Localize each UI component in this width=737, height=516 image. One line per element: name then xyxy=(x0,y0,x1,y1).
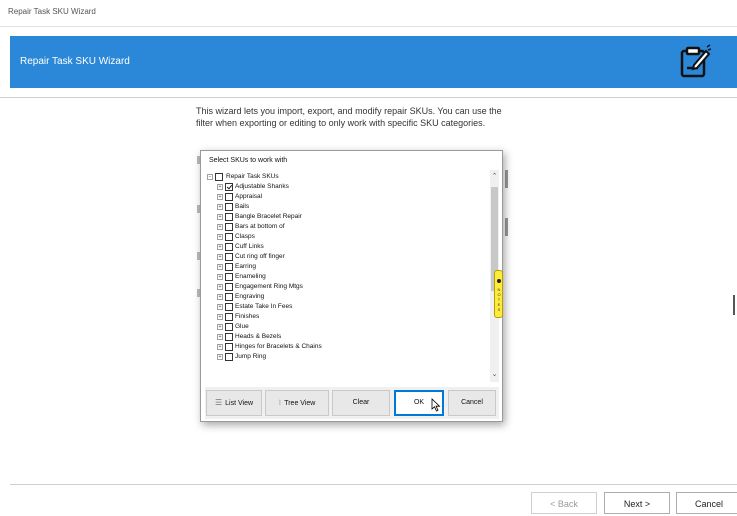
tree-item-label: Cut ring off finger xyxy=(235,253,285,260)
scroll-down-icon[interactable]: ⌄ xyxy=(490,370,499,378)
checkbox[interactable] xyxy=(225,283,233,291)
tree-item-label: Hinges for Bracelets & Chains xyxy=(235,343,322,350)
tree-item-label: Appraisal xyxy=(235,193,263,200)
notes-dot-icon xyxy=(497,279,501,283)
window-edge xyxy=(733,295,735,315)
tree-item-label: Bangle Bracelet Repair xyxy=(235,213,302,220)
tree-item-label: Adjustable Shanks xyxy=(235,183,289,190)
scroll-up-icon[interactable]: ⌃ xyxy=(490,172,499,180)
expand-icon[interactable]: + xyxy=(217,194,223,200)
expand-icon[interactable]: + xyxy=(217,354,223,360)
tree-icon: ⁝ xyxy=(278,398,282,407)
tree-item-label: Estate Take In Fees xyxy=(235,303,293,310)
mouse-pointer-icon xyxy=(431,398,441,412)
checkbox[interactable] xyxy=(225,343,233,351)
expand-icon[interactable]: + xyxy=(217,204,223,210)
tree-view-button[interactable]: ⁝ Tree View xyxy=(265,390,329,416)
notes-tab-label: N O T E S xyxy=(497,287,501,312)
list-icon: ☰ xyxy=(214,398,223,407)
back-button[interactable]: < Back xyxy=(531,492,597,514)
tree-item-label: Engraving xyxy=(235,293,265,300)
expand-icon[interactable]: + xyxy=(217,324,223,330)
checkbox[interactable] xyxy=(225,183,233,191)
checkbox[interactable] xyxy=(225,273,233,281)
tree-item-label: Clasps xyxy=(235,233,255,240)
expand-icon[interactable]: + xyxy=(217,254,223,260)
tree-item-label: Earring xyxy=(235,263,256,270)
tree-item-label: Heads & Bezels xyxy=(235,333,282,340)
expand-icon[interactable]: + xyxy=(217,274,223,280)
collapse-icon[interactable]: − xyxy=(207,174,213,180)
tree-item-label: Enameling xyxy=(235,273,266,280)
window-title: Repair Task SKU Wizard xyxy=(8,7,96,16)
expand-icon[interactable]: + xyxy=(217,294,223,300)
dialog-cancel-button[interactable]: Cancel xyxy=(448,390,496,416)
checkbox[interactable] xyxy=(225,243,233,251)
intro-text: This wizard lets you import, export, and… xyxy=(196,106,502,128)
expand-icon[interactable]: + xyxy=(217,224,223,230)
dialog-title: Select SKUs to work with xyxy=(209,157,288,164)
checkbox[interactable] xyxy=(225,223,233,231)
expand-icon[interactable]: + xyxy=(217,244,223,250)
list-view-label: List View xyxy=(225,399,254,407)
tree-item-label: Jump Ring xyxy=(235,353,267,360)
list-view-button[interactable]: ☰ List View xyxy=(206,390,262,416)
checkbox[interactable] xyxy=(225,263,233,271)
expand-icon[interactable]: + xyxy=(217,234,223,240)
clipboard-edit-icon xyxy=(680,44,712,78)
tree-item-label: Finishes xyxy=(235,313,260,320)
checkbox[interactable] xyxy=(225,193,233,201)
checkbox[interactable] xyxy=(225,293,233,301)
tree-item-label: Glue xyxy=(235,323,249,330)
sku-tree[interactable]: − Repair Task SKUs + Adjustable Shanks + Ap… xyxy=(205,170,499,382)
window-titlebar: Repair Task SKU Wizard xyxy=(0,0,737,27)
tree-item-label: Engagement Ring Mtgs xyxy=(235,283,303,290)
expand-icon[interactable]: + xyxy=(217,264,223,270)
hidden-button-edge xyxy=(505,170,508,188)
expand-icon[interactable]: + xyxy=(217,284,223,290)
wizard-banner: Repair Task SKU Wizard xyxy=(10,36,737,88)
tree-item-label: Bars at bottom of xyxy=(235,223,285,230)
tree-root-label: Repair Task SKUs xyxy=(226,173,279,180)
checkbox[interactable] xyxy=(225,303,233,311)
cancel-button[interactable]: Cancel xyxy=(676,492,737,514)
expand-icon[interactable]: + xyxy=(217,184,223,190)
next-button[interactable]: Next > xyxy=(604,492,670,514)
banner-title: Repair Task SKU Wizard xyxy=(20,56,130,67)
expand-icon[interactable]: + xyxy=(217,344,223,350)
checkbox[interactable] xyxy=(225,233,233,241)
banner-divider xyxy=(0,97,737,98)
clear-button[interactable]: Clear xyxy=(332,390,390,416)
select-skus-dialog: Select SKUs to work with − Repair Task S… xyxy=(200,150,503,422)
hidden-button-edge xyxy=(505,218,508,236)
dialog-button-bar: ☰ List View ⁝ Tree View Clear OK Cancel xyxy=(205,387,499,419)
expand-icon[interactable]: + xyxy=(217,304,223,310)
checkbox[interactable] xyxy=(225,323,233,331)
footer-divider xyxy=(10,484,737,485)
expand-icon[interactable]: + xyxy=(217,214,223,220)
checkbox[interactable] xyxy=(225,353,233,361)
checkbox[interactable] xyxy=(225,333,233,341)
expand-icon[interactable]: + xyxy=(217,334,223,340)
tree-item-label: Cuff Links xyxy=(235,243,264,250)
tree-view-label: Tree View xyxy=(284,399,316,407)
tree-item-label: Bails xyxy=(235,203,250,210)
checkbox[interactable] xyxy=(225,253,233,261)
checkbox[interactable] xyxy=(225,213,233,221)
checkbox[interactable] xyxy=(225,203,233,211)
checkbox[interactable] xyxy=(225,313,233,321)
notes-side-tab[interactable]: N O T E S xyxy=(494,270,503,318)
checkbox[interactable] xyxy=(215,173,223,181)
expand-icon[interactable]: + xyxy=(217,314,223,320)
